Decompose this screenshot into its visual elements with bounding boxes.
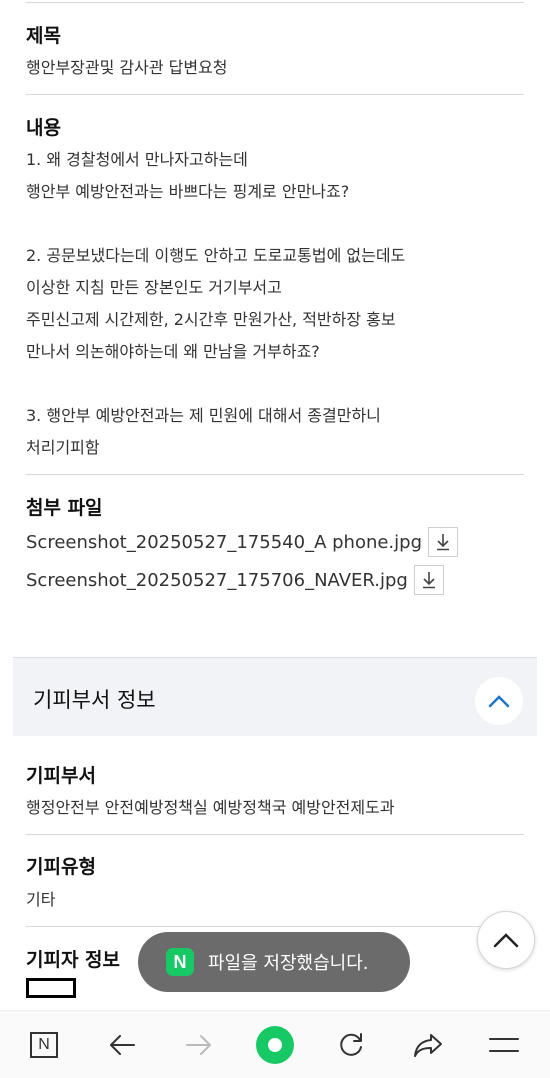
top-divider (26, 2, 524, 3)
content-line: 만나서 의논해야하는데 왜 만남을 거부하죠? (26, 342, 320, 361)
menu-button[interactable] (484, 1025, 524, 1065)
petition-detail-page: 제목 행안부장관및 감사관 답변요청 내용 1. 왜 경찰청에서 만나자고하는데… (0, 0, 550, 1078)
toast-message: 파일을 저장했습니다. (208, 953, 369, 974)
avoid-person-label: 기피자 정보 (26, 949, 121, 971)
naver-green-dot-button[interactable] (255, 1025, 295, 1065)
naver-n-icon: N (30, 1032, 58, 1058)
download-icon (437, 534, 450, 551)
refresh-icon (340, 1033, 362, 1056)
attachment-row: Screenshot_20250527_175540_A phone.jpg (26, 527, 459, 557)
avoid-dept-value: 행정안전부 안전예방정책실 예방정책국 예방안전제도과 (26, 798, 395, 817)
section-title: 기피부서 정보 (33, 688, 156, 712)
content-line: 처리기피함 (26, 438, 100, 457)
avoid-type-value: 기타 (26, 890, 56, 909)
avoid-dept-label: 기피부서 (26, 765, 96, 787)
naver-logo-icon: N (166, 948, 194, 976)
arrow-right-icon (186, 1035, 211, 1055)
hamburger-menu-icon (489, 1038, 519, 1052)
back-button[interactable] (102, 1025, 142, 1065)
attachment-link[interactable]: Screenshot_20250527_175540_A phone.jpg (26, 532, 422, 553)
download-button[interactable] (413, 565, 444, 595)
refresh-button[interactable] (331, 1025, 371, 1065)
toast-notification: N 파일을 저장했습니다. (138, 932, 410, 992)
divider (26, 926, 524, 927)
subject-label: 제목 (26, 25, 61, 47)
content-line: 3. 행안부 예방안전과는 제 민원에 대해서 종결만하니 (26, 406, 381, 425)
redacted-box (26, 978, 76, 998)
chevron-up-icon (488, 695, 510, 708)
naver-home-button[interactable]: N (24, 1025, 64, 1065)
content-label: 내용 (26, 117, 61, 139)
subject-value: 행안부장관및 감사관 답변요청 (26, 58, 228, 77)
collapse-button[interactable] (475, 677, 523, 725)
chevron-up-icon (493, 933, 519, 948)
content-line: 2. 공문보냈다는데 이행도 안하고 도로교통법에 없는데도 (26, 246, 406, 265)
arrow-left-icon (110, 1035, 135, 1055)
green-dot-icon (256, 1026, 294, 1064)
divider (26, 94, 524, 95)
scroll-top-button[interactable] (477, 911, 535, 969)
attachment-link[interactable]: Screenshot_20250527_175706_NAVER.jpg (26, 570, 408, 591)
avoid-dept-section-header: 기피부서 정보 (13, 657, 537, 736)
attachments-label: 첨부 파일 (26, 497, 103, 519)
download-icon (422, 572, 435, 589)
share-button[interactable] (408, 1025, 448, 1065)
content-line: 이상한 지침 만든 장본인도 거기부서고 (26, 278, 282, 297)
share-icon (414, 1034, 442, 1057)
browser-bottom-bar: N (0, 1010, 550, 1078)
content-line: 행안부 예방안전과는 바쁘다는 핑계로 안만나죠? (26, 182, 350, 201)
attachment-row: Screenshot_20250527_175706_NAVER.jpg (26, 565, 444, 595)
download-button[interactable] (428, 527, 459, 557)
forward-button[interactable] (179, 1025, 219, 1065)
divider (26, 474, 524, 475)
content-line: 주민신고제 시간제한, 2시간후 만원가산, 적반하장 홍보 (26, 310, 396, 329)
content-line: 1. 왜 경찰청에서 만나자고하는데 (26, 150, 248, 169)
divider (26, 834, 524, 835)
avoid-type-label: 기피유형 (26, 856, 96, 878)
